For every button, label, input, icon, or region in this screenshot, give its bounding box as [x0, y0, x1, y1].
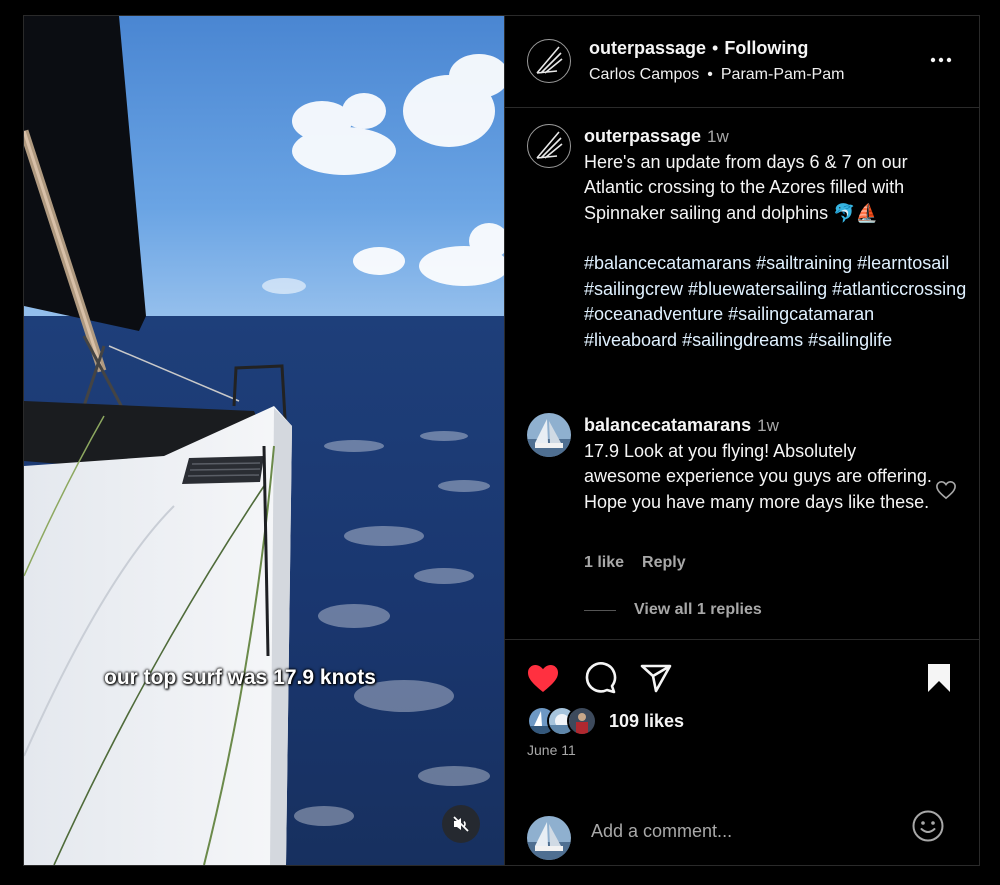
post-header: outerpassage • Following Carlos Campos • Par…: [505, 16, 979, 108]
post-video[interactable]: our top surf was 17.9 knots: [24, 16, 504, 865]
paper-plane-icon[interactable]: [638, 660, 674, 696]
replies-divider: [584, 609, 616, 611]
heart-filled-icon[interactable]: [525, 660, 561, 696]
sailing-video-frame: [24, 16, 504, 865]
caption-hashtags[interactable]: #balancecatamarans #sailtraining #learnt…: [584, 251, 969, 353]
comment-input[interactable]: [589, 816, 893, 846]
avatar[interactable]: [527, 39, 571, 83]
avatar[interactable]: [527, 413, 571, 457]
following-status[interactable]: Following: [724, 38, 808, 58]
add-comment-bar: [505, 791, 979, 866]
view-replies-label[interactable]: View all 1 replies: [634, 601, 762, 619]
more-horizontal-icon[interactable]: [929, 52, 953, 68]
caption-body: Here's an update from days 6 & 7 on our …: [584, 151, 908, 223]
caption-time[interactable]: 1w: [707, 127, 729, 146]
reply-button[interactable]: Reply: [642, 554, 686, 571]
comment-bubble-icon[interactable]: [582, 660, 618, 696]
comment-meta: 1 like Reply: [584, 554, 704, 572]
post-date[interactable]: June 11: [527, 742, 576, 758]
heart-outline-icon[interactable]: [935, 480, 957, 500]
catamaran-avatar-icon: [527, 816, 571, 860]
post-modal: our top surf was 17.9 knots outerpassage…: [23, 15, 980, 866]
comment-username[interactable]: balancecatamarans: [584, 415, 751, 435]
liker-avatar[interactable]: [567, 706, 597, 736]
audio-artist[interactable]: Carlos Campos: [589, 66, 699, 83]
avatar[interactable]: [527, 124, 571, 168]
likes-row[interactable]: 109 likes: [527, 706, 684, 736]
post-actions: 109 likes June 11: [505, 639, 979, 792]
catamaran-avatar-icon: [527, 413, 571, 457]
current-user-avatar: [527, 816, 571, 860]
sail-logo-icon: [536, 131, 563, 159]
audio-track[interactable]: Param-Pam-Pam: [721, 66, 845, 83]
person-avatar-icon: [569, 708, 595, 734]
header-title: outerpassage • Following: [589, 38, 808, 59]
comment-body: 17.9 Look at you flying! Absolutely awes…: [584, 440, 932, 512]
comment-like-count[interactable]: 1 like: [584, 554, 624, 571]
caption-text-block: outerpassage 1w Here's an update from day…: [584, 124, 969, 353]
audio-info[interactable]: Carlos Campos • Param-Pam-Pam: [589, 66, 844, 84]
caption-username[interactable]: outerpassage: [584, 126, 701, 146]
bookmark-filled-icon[interactable]: [921, 660, 957, 696]
separator-dot: •: [707, 66, 713, 83]
likes-count[interactable]: 109 likes: [609, 711, 684, 732]
separator-dot: •: [712, 38, 719, 58]
post-details-panel: outerpassage • Following Carlos Campos • Par…: [504, 16, 979, 865]
video-subtitle: our top surf was 17.9 knots: [104, 666, 376, 689]
view-replies-button[interactable]: View all 1 replies: [584, 601, 762, 619]
comment-text-block: balancecatamarans 1w 17.9 Look at you fly…: [584, 413, 934, 515]
comment-time[interactable]: 1w: [757, 416, 779, 435]
author-username[interactable]: outerpassage: [589, 38, 706, 58]
emoji-smile-icon[interactable]: [911, 809, 945, 843]
mute-button[interactable]: [442, 805, 480, 843]
speaker-muted-icon: [453, 816, 469, 832]
sail-logo-icon: [536, 46, 563, 74]
